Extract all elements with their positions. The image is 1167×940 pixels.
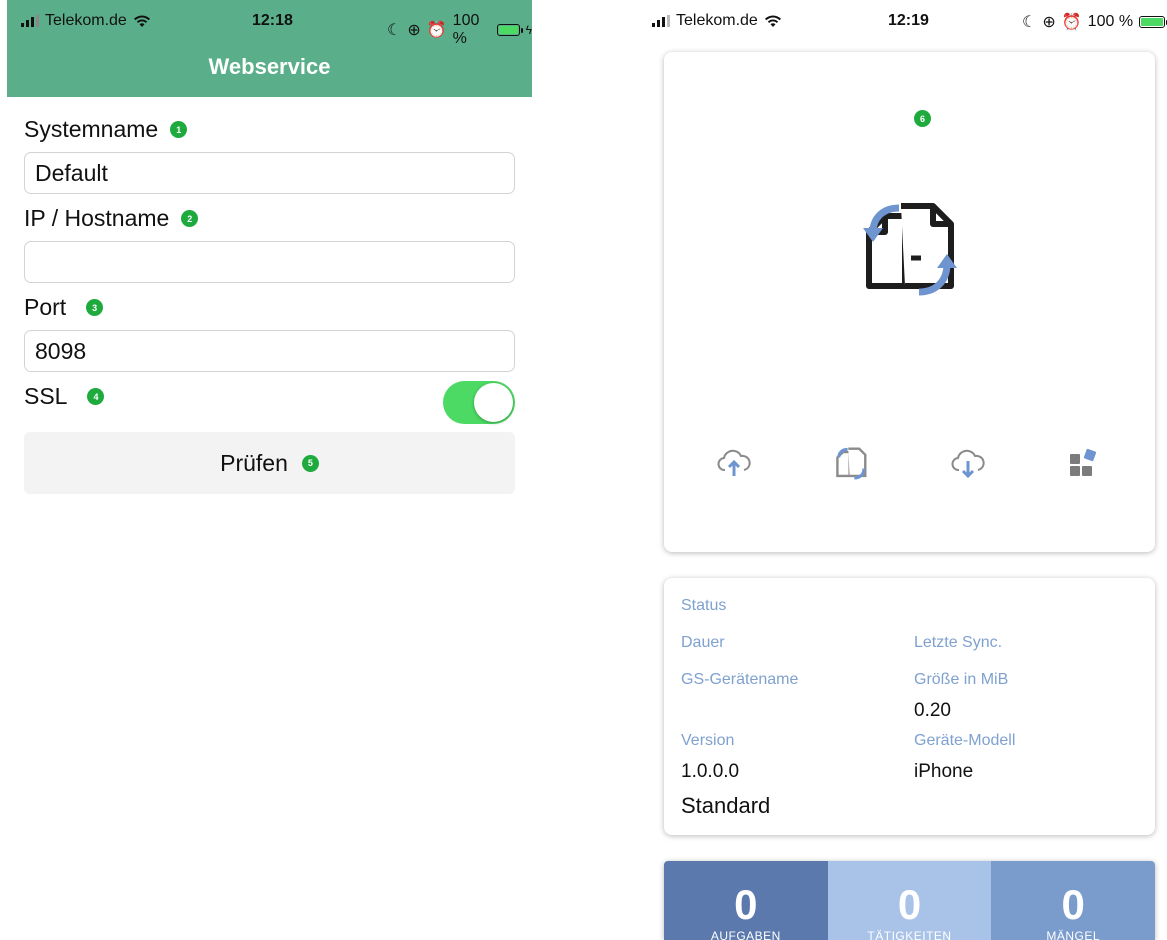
status-bar: Telekom.de 12:19 ☾ ⊕ ⏰ 100 % (638, 0, 1167, 40)
systemname-label: Systemname 1 (24, 116, 188, 143)
sync-screen: Telekom.de 12:19 ☾ ⊕ ⏰ 100 % 6 Status Da… (638, 0, 1167, 940)
tasks-label: AUFGABEN (710, 929, 781, 940)
clock: 12:18 (252, 12, 293, 29)
sync-docs-small-icon[interactable] (834, 446, 868, 480)
signal-icon (652, 15, 670, 27)
clock: 12:19 (888, 12, 929, 29)
check-button[interactable]: Prüfen 5 (24, 432, 515, 494)
status-right: ☾ ⊕ ⏰ 100 % ϟ (387, 12, 532, 48)
signal-icon (21, 15, 39, 27)
battery-icon (497, 24, 523, 36)
info-card: Status Dauer Letzte Sync. GS-Gerätename … (664, 578, 1155, 835)
charging-icon: ϟ (525, 23, 532, 37)
port-label: Port 3 (24, 294, 104, 321)
rotation-lock-icon: ⊕ (407, 22, 421, 39)
alarm-icon: ⏰ (1061, 14, 1082, 31)
tile-activities[interactable]: 0 TÄTIGKEITEN (827, 861, 992, 940)
systemname-input[interactable]: Default (24, 152, 515, 194)
sync-card: 6 (664, 52, 1155, 552)
wifi-icon (133, 15, 150, 27)
status-label: Status (681, 597, 727, 614)
device-name-label: GS-Gerätename (681, 671, 799, 688)
activities-label: TÄTIGKEITEN (867, 929, 952, 940)
ssl-toggle[interactable] (443, 381, 515, 424)
size-label: Größe in MiB (914, 671, 1009, 688)
port-label-text: Port (24, 294, 67, 320)
page-title: Webservice (208, 54, 331, 79)
hostname-label-text: IP / Hostname (24, 205, 170, 231)
defects-count: 0 (1061, 881, 1085, 928)
carrier: Telekom.de (652, 12, 782, 30)
step-badge-6: 6 (914, 110, 931, 127)
version-value: 1.0.0.0 (681, 761, 740, 782)
carrier-name: Telekom.de (676, 12, 758, 29)
check-button-label: Prüfen (220, 449, 288, 476)
toggle-knob (474, 383, 513, 422)
ssl-label-text: SSL (24, 383, 68, 409)
status-bar: Telekom.de 12:18 ☾ ⊕ ⏰ 100 % ϟ (7, 0, 532, 47)
last-sync-label: Letzte Sync. (914, 634, 1003, 651)
carrier-name: Telekom.de (45, 12, 127, 29)
battery-percent: 100 % (1087, 13, 1134, 30)
modules-icon[interactable] (1068, 448, 1100, 478)
size-value: 0.20 (914, 700, 951, 721)
rotation-lock-icon: ⊕ (1042, 14, 1056, 31)
step-badge-2: 2 (181, 210, 199, 227)
summary-tiles: 0 AUFGABEN 0 TÄTIGKEITEN 0 MÄNGEL (664, 861, 1155, 940)
battery-icon (1139, 16, 1167, 28)
step-badge-1: 1 (170, 121, 188, 138)
wifi-icon (764, 15, 781, 27)
defects-label: MÄNGEL (1046, 929, 1101, 940)
model-label: Geräte-Modell (914, 732, 1016, 749)
activities-count: 0 (897, 881, 922, 928)
step-badge-4: 4 (87, 388, 105, 405)
download-cloud-icon[interactable] (950, 448, 986, 478)
hostname-input[interactable] (24, 241, 515, 283)
port-value: 8098 (35, 337, 87, 364)
moon-icon: ☾ (1022, 14, 1037, 31)
moon-icon: ☾ (387, 22, 402, 39)
systemname-value: Default (35, 159, 108, 186)
step-badge-5: 5 (301, 454, 319, 472)
battery-percent: 100 % (452, 12, 480, 47)
ssl-label: SSL 4 (24, 383, 105, 410)
carrier: Telekom.de (21, 12, 151, 30)
system-value: Standard (681, 793, 771, 818)
hostname-label: IP / Hostname 2 (24, 205, 199, 232)
model-value: iPhone (914, 761, 974, 782)
step-badge-3: 3 (86, 299, 104, 316)
sync-documents-icon[interactable] (859, 198, 959, 298)
navigation-bar: Telekom.de 12:18 ☾ ⊕ ⏰ 100 % ϟ Webservic… (7, 0, 532, 97)
duration-label: Dauer (681, 634, 725, 651)
systemname-label-text: Systemname (24, 116, 159, 142)
status-right: ☾ ⊕ ⏰ 100 % (1022, 12, 1167, 32)
webservice-screen: Telekom.de 12:18 ☾ ⊕ ⏰ 100 % ϟ Webservic… (0, 0, 540, 940)
version-label: Version (681, 732, 735, 749)
port-input[interactable]: 8098 (24, 330, 515, 372)
upload-cloud-icon[interactable] (716, 448, 752, 478)
tile-tasks[interactable]: 0 AUFGABEN (664, 861, 828, 940)
alarm-icon: ⏰ (426, 22, 447, 39)
tile-defects[interactable]: 0 MÄNGEL (991, 861, 1155, 940)
tasks-count: 0 (734, 881, 758, 928)
